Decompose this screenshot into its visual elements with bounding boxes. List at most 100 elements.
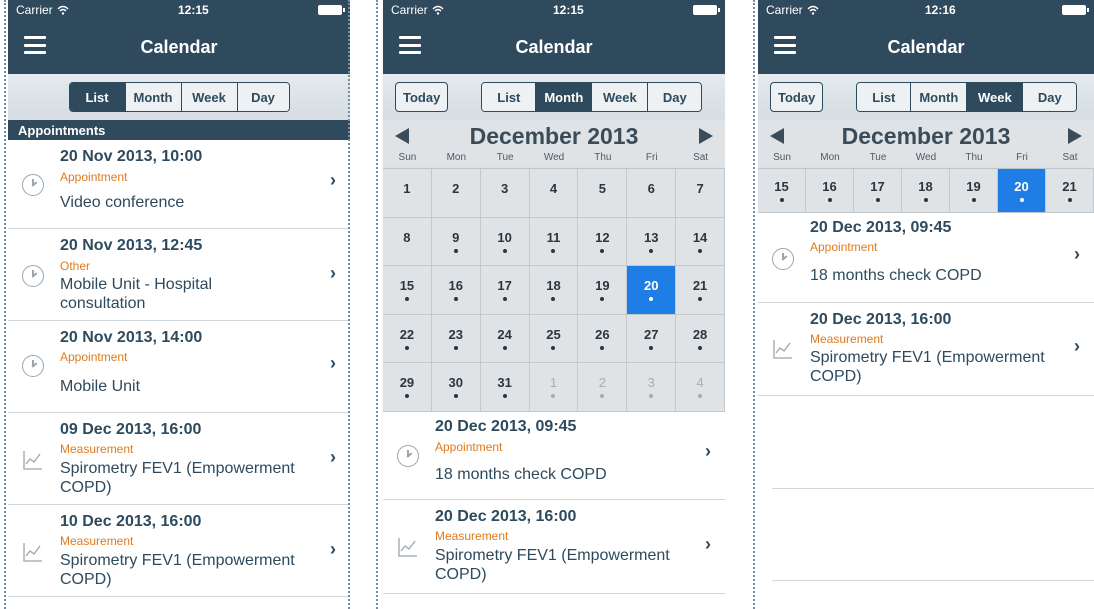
calendar-day-cell[interactable]: 2 [578,363,628,412]
weekday-label: Sun [398,152,417,163]
list-item[interactable]: 10 Dec 2013, 16:00 Measurement Spirometr… [8,505,350,597]
appointment-description: 18 months check COPD [810,267,982,284]
appointment-datetime: 20 Dec 2013, 16:00 [435,507,577,525]
calendar-day-cell[interactable]: 6 [627,169,677,218]
tab-week[interactable]: Week [966,83,1023,111]
appointment-category: Appointment [435,439,503,454]
previous-month-arrow-icon[interactable] [395,128,409,144]
calendar-day-cell[interactable]: 31 [480,363,530,412]
weekday-label: Fri [1016,152,1028,163]
calendar-day-cell[interactable]: 15 [758,169,806,213]
calendar-day-cell[interactable]: 21 [1046,169,1094,213]
calendar-day-cell[interactable]: 16 [806,169,854,213]
appointment-category: Appointment [810,240,878,254]
calendar-day-cell[interactable]: 3 [627,363,677,412]
calendar-day-cell[interactable]: 4 [676,363,725,412]
status-bar: Carrier 12:16 [758,0,1094,20]
calendar-day-cell[interactable]: 14 [676,217,725,266]
today-button[interactable]: Today [770,82,824,112]
tab-list[interactable]: List [482,83,536,111]
tab-week[interactable]: Week [591,83,648,111]
tab-month[interactable]: Month [910,83,967,111]
calendar-day-cell[interactable]: 8 [383,217,432,266]
weekday-label: Mon [446,152,467,163]
tab-list[interactable]: List [69,83,125,111]
previous-week-arrow-icon[interactable] [770,128,784,144]
calendar-day-cell[interactable]: 10 [480,217,530,266]
chevron-right-icon: › [330,263,336,283]
calendar-day-cell[interactable]: 25 [529,314,579,363]
appointment-category: Other [60,259,91,273]
list-item[interactable]: 09 Dec 2013, 16:00 Measurement Spirometr… [8,413,350,505]
day-number: 16 [822,179,837,194]
day-number: 27 [643,326,659,342]
appointment-datetime: 20 Dec 2013, 09:45 [810,219,952,236]
tab-day[interactable]: Day [647,83,702,111]
event-dot-icon [971,198,976,202]
tab-day[interactable]: Day [1022,83,1077,111]
calendar-day-cell[interactable]: 21 [676,266,725,315]
calendar-day-cell[interactable]: 24 [480,314,530,363]
status-bar: Carrier 12:15 [8,0,350,20]
list-item[interactable]: 20 Dec 2013, 09:45 Appointment 18 months… [758,213,1094,303]
list-item[interactable]: 20 Nov 2013, 10:00 Appointment Video con… [8,140,350,229]
calendar-day-cell[interactable]: 16 [431,266,481,315]
event-dot-icon [551,297,556,302]
calendar-day-cell[interactable]: 23 [431,314,481,363]
calendar-day-cell[interactable]: 9 [431,217,481,266]
tab-day[interactable]: Day [236,83,289,111]
calendar-day-cell[interactable]: 5 [578,169,628,218]
calendar-day-cell[interactable]: 17 [854,169,902,213]
calendar-day-cell[interactable]: 19 [578,266,628,315]
list-item[interactable]: 20 Dec 2013, 16:00 Measurement Spirometr… [383,499,725,594]
event-dot-icon [404,394,409,399]
calendar-day-cell[interactable]: 11 [529,217,579,266]
tab-month[interactable]: Month [535,83,592,111]
event-dot-icon [502,345,507,350]
calendar-day-cell[interactable]: 7 [676,169,725,218]
calendar-day-cell[interactable]: 27 [627,314,677,363]
view-switcher-bar: List Month Week Day [8,74,350,120]
next-week-arrow-icon[interactable] [1068,128,1082,144]
wifi-icon [432,5,444,15]
next-month-arrow-icon[interactable] [699,128,713,144]
clock-icon [772,248,794,270]
calendar-day-cell[interactable]: 18 [529,266,579,315]
list-item[interactable]: 20 Dec 2013, 09:45 Appointment 18 months… [383,411,725,500]
calendar-day-cell[interactable]: 4 [529,169,579,218]
tab-week[interactable]: Week [180,83,237,111]
tab-list[interactable]: List [857,83,911,111]
calendar-day-cell[interactable]: 15 [383,266,432,315]
calendar-day-cell[interactable]: 28 [676,314,725,363]
list-item[interactable]: 20 Nov 2013, 14:00 Appointment Mobile Un… [8,321,350,413]
calendar-day-cell[interactable]: 18 [902,169,950,213]
clock-icon [397,444,419,467]
hamburger-menu-icon[interactable] [399,36,421,54]
calendar-day-cell[interactable]: 30 [431,363,481,412]
calendar-day-cell[interactable]: 17 [480,266,530,315]
calendar-day-cell[interactable]: 1 [383,169,432,218]
hamburger-menu-icon[interactable] [774,36,796,54]
calendar-day-cell[interactable]: 26 [578,314,628,363]
list-item[interactable]: 20 Nov 2013, 12:45 Other Mobile Unit - H… [8,229,350,321]
hamburger-menu-icon[interactable] [24,36,46,54]
calendar-day-cell[interactable]: 20 [627,266,677,315]
calendar-day-cell[interactable]: 13 [627,217,677,266]
appointment-datetime: 20 Nov 2013, 10:00 [60,148,203,165]
calendar-day-cell[interactable]: 29 [383,363,432,412]
calendar-day-cell[interactable]: 2 [431,169,481,218]
calendar-day-cell[interactable]: 1 [529,363,579,412]
day-number: 24 [497,326,512,342]
chart-icon [398,537,417,557]
view-switcher-bar: Today List Month Week Day [383,74,725,120]
today-button[interactable]: Today [395,82,449,112]
calendar-day-cell[interactable]: 22 [383,314,432,363]
calendar-day-cell[interactable]: 19 [950,169,998,213]
calendar-day-cell[interactable]: 3 [480,169,530,218]
event-dot-icon [698,297,703,302]
calendar-day-cell[interactable]: 20 [998,169,1046,213]
tab-month[interactable]: Month [124,83,181,111]
event-dot-icon [649,248,654,253]
calendar-day-cell[interactable]: 12 [578,217,628,266]
list-item[interactable]: 20 Dec 2013, 16:00 Measurement Spirometr… [758,303,1094,396]
